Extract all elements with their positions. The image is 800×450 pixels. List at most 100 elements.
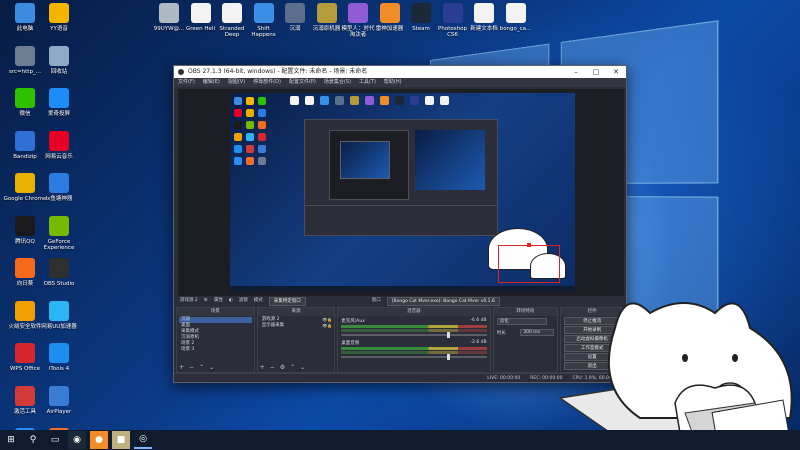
desktop-icon[interactable]: 回收站 xyxy=(36,45,82,75)
maximize-button[interactable]: □ xyxy=(586,66,606,78)
up-icon[interactable]: ⌃ xyxy=(290,364,295,371)
source-selection-box[interactable] xyxy=(498,243,560,283)
preview-canvas[interactable] xyxy=(230,93,575,292)
desktop-icon[interactable]: 模型人：时代淘汰者 xyxy=(341,3,375,38)
remove-icon[interactable]: − xyxy=(189,364,194,371)
sunflower-icon xyxy=(15,258,35,278)
desktop-icon[interactable]: Stranded Deep xyxy=(215,3,249,38)
channel-db: -6.6 dB xyxy=(470,318,487,323)
obs-app-icon xyxy=(178,69,184,75)
game-icon xyxy=(348,3,368,23)
desktop-icon[interactable]: GeForce Experience xyxy=(36,215,82,251)
menu-item[interactable]: 帮助(H) xyxy=(384,78,402,87)
down-icon[interactable]: ⌄ xyxy=(209,364,214,371)
desktop-icon[interactable]: 网易云音乐 xyxy=(36,130,82,160)
mixer-channel: 桌面音频 -2.6 dB xyxy=(338,338,489,360)
obs-taskbar-icon[interactable]: ◎ xyxy=(134,431,152,449)
remove-icon[interactable]: − xyxy=(270,364,275,371)
game-icon xyxy=(285,3,305,23)
menu-item[interactable]: 配置文件(P) xyxy=(289,78,316,87)
bongo-eye-right xyxy=(732,354,738,362)
bongo-taskbar-icon[interactable]: ■ xyxy=(112,431,130,449)
preview-nested-obs xyxy=(304,119,498,236)
desktop-icon-label: 雷神加速器 xyxy=(375,26,404,32)
filters-button[interactable]: 滤镜 xyxy=(239,296,248,306)
scenes-header: 场景 xyxy=(177,308,254,316)
add-icon[interactable]: + xyxy=(260,364,265,371)
desktop-icon[interactable]: 网易UU加速器 xyxy=(36,300,82,330)
channel-name: 桌面音频 xyxy=(341,341,360,346)
desktop-icon[interactable]: OBS Studio xyxy=(36,258,82,287)
menu-item[interactable]: 文件(F) xyxy=(178,78,195,87)
filter-icon[interactable]: ◐ xyxy=(229,296,233,306)
volume-slider[interactable] xyxy=(341,354,487,360)
search-icon[interactable]: ⚲ xyxy=(24,431,42,449)
task-view-icon[interactable]: ▭ xyxy=(46,431,64,449)
menu-item[interactable]: 编辑(E) xyxy=(203,78,220,87)
close-button[interactable]: ✕ xyxy=(606,66,626,78)
menu-item[interactable]: 工具(T) xyxy=(359,78,376,87)
recycle-bin-icon xyxy=(49,45,69,66)
game-icon xyxy=(316,3,337,23)
desktop-icon[interactable]: Shift Happens xyxy=(247,3,281,38)
steam-taskbar-icon[interactable]: ◉ xyxy=(68,431,86,449)
properties-button[interactable]: 属性 xyxy=(214,296,223,306)
transitions-dock: 转场特效 淡化 时长 300 ms xyxy=(492,307,559,373)
desktop-icon[interactable]: YY语音 xyxy=(36,3,82,32)
sources-list: 游戏源 2 👁🔒 显示器采集 👁🔒 xyxy=(258,316,335,330)
game-icon xyxy=(253,3,274,23)
desktop-icon[interactable]: 爱奇投屏 xyxy=(36,88,82,117)
live-status: LIVE: 00:00:00 xyxy=(487,376,521,381)
source-item[interactable]: 显示器采集 👁🔒 xyxy=(260,323,333,329)
desktop-icon-label: Steam xyxy=(412,26,430,32)
thunder-accelerator-icon xyxy=(379,3,400,23)
gear-icon[interactable]: ⚙ xyxy=(204,296,208,306)
mode-select[interactable]: 采集特定窗口 xyxy=(268,296,306,306)
desktop-icon[interactable]: Photoshop CS6 xyxy=(436,3,470,38)
transition-select[interactable]: 淡化 xyxy=(496,318,547,325)
duration-input[interactable]: 300 ms xyxy=(520,329,555,336)
bongo-eye-left xyxy=(682,354,688,362)
image-file-icon xyxy=(15,45,35,66)
chrome-icon xyxy=(15,173,35,193)
desktop-icon-label: GeForce Experience xyxy=(43,238,75,251)
menu-item[interactable]: 场景集合(S) xyxy=(324,78,351,87)
desktop-icon[interactable]: Green Hell xyxy=(184,3,218,32)
down-icon[interactable]: ⌄ xyxy=(300,364,305,371)
menu-item[interactable]: 停靠部件(D) xyxy=(253,78,281,87)
up-icon[interactable]: ⌃ xyxy=(199,364,204,371)
desktop-icon[interactable]: AirPlayer xyxy=(36,385,82,415)
desktop-icon-label: bongo_ca... xyxy=(499,26,532,32)
thunder-taskbar-icon[interactable]: ● xyxy=(90,431,108,449)
preview-desktop-icons xyxy=(234,97,266,165)
gear-icon[interactable]: ⚙ xyxy=(280,364,285,371)
desktop-icon-label: Photoshop CS6 xyxy=(438,26,467,38)
minimize-button[interactable]: – xyxy=(566,66,586,78)
desktop-icon[interactable]: iTools 4 xyxy=(36,343,82,372)
geforce-icon xyxy=(49,215,69,236)
desktop-icon-label: 新建文本档 xyxy=(470,26,498,32)
desktop-icon-label: 爱奇投屏 xyxy=(47,111,70,117)
desktop-icon[interactable]: 沉溺 xyxy=(278,3,312,32)
desktop-icon[interactable]: lx鱼塘神器 xyxy=(36,173,82,202)
volume-slider[interactable] xyxy=(341,332,487,338)
desktop-icon[interactable]: 雷神加速器 xyxy=(373,3,407,32)
add-icon[interactable]: + xyxy=(179,364,184,371)
desktop-icon[interactable]: Steam xyxy=(404,3,438,32)
scene-item[interactable]: 场景 3 xyxy=(179,347,252,353)
desktop-icon[interactable]: 99UYW@... xyxy=(152,3,186,32)
desktop-icon-label: iTools 4 xyxy=(48,366,70,372)
obs-preview[interactable] xyxy=(178,89,624,296)
obs-titlebar[interactable]: OBS 27.1.3 (64-bit, windows) - 配置文件: 未命名… xyxy=(174,66,626,78)
desktop-icon[interactable]: bongo_ca... xyxy=(499,3,533,32)
source-label: 显示器采集 xyxy=(261,323,285,328)
desktop-icon[interactable]: 沉溺原机器 xyxy=(310,3,344,32)
mixer-channel: 麦克风/Aux -6.6 dB xyxy=(338,316,489,338)
window-select[interactable]: [Bongo Cat Mver.exe]: Bongo Cat Mver v0.… xyxy=(386,296,500,306)
visibility-lock-icon[interactable]: 👁🔒 xyxy=(322,323,332,329)
menu-item[interactable]: 视图(V) xyxy=(228,78,245,87)
windows-start-icon[interactable]: ⊞ xyxy=(2,431,20,449)
sources-dock: 来源 游戏源 2 👁🔒 显示器采集 👁🔒 + − ⚙ ⌃ ⌄ xyxy=(256,307,336,373)
desktop-icon[interactable]: 新建文本档 xyxy=(467,3,501,32)
scenes-dock: 场景 沉溺 桌面 采集模式 沉溺原机 场景 2 场景 3 + − ⌃ ⌄ xyxy=(176,307,255,373)
